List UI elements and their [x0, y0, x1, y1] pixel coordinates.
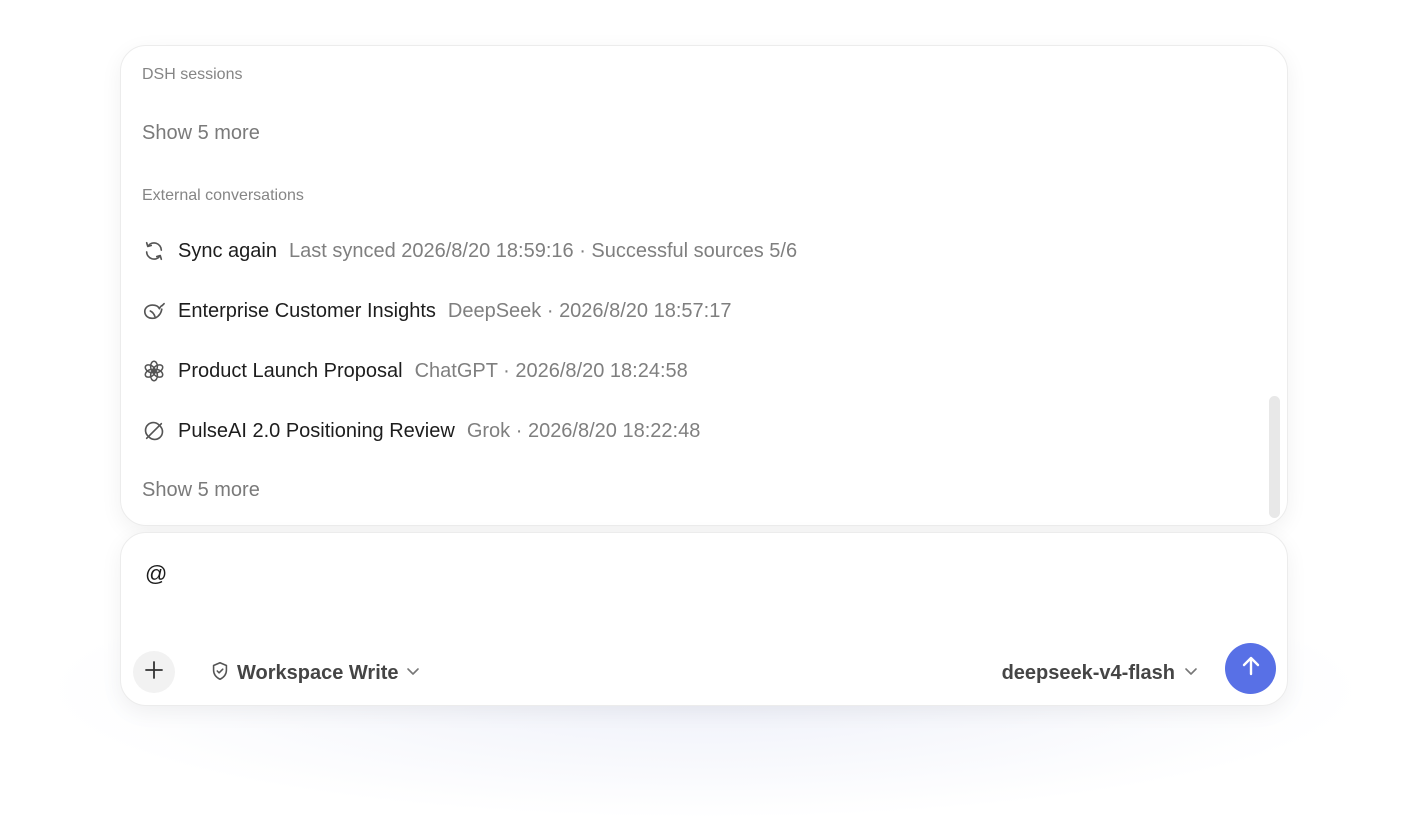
workspace-mode-selector[interactable]: Workspace Write — [209, 658, 421, 688]
conversation-row[interactable]: Product Launch Proposal ChatGPT · 2026/8… — [142, 356, 688, 386]
dsh-sessions-label: DSH sessions — [142, 66, 243, 83]
deepseek-whale-icon — [142, 299, 166, 323]
conversation-title: Enterprise Customer Insights — [178, 299, 436, 322]
conversation-meta: Grok · 2026/8/20 18:22:48 — [466, 419, 701, 442]
scrollbar-thumb[interactable] — [1269, 396, 1280, 518]
conversation-meta: DeepSeek · 2026/8/20 18:57:17 — [447, 299, 732, 322]
chatgpt-icon — [142, 359, 166, 383]
dsh-show-more-button[interactable]: Show 5 more — [142, 122, 260, 145]
external-conversations-label: External conversations — [142, 187, 304, 204]
model-label: deepseek-v4-flash — [1001, 661, 1175, 684]
refresh-icon — [142, 239, 166, 263]
chevron-down-icon — [1183, 663, 1199, 684]
add-attachment-button[interactable] — [133, 651, 175, 693]
message-input[interactable]: @ — [145, 561, 167, 587]
chevron-down-icon — [405, 663, 421, 684]
workspace-mode-label: Workspace Write — [237, 661, 399, 684]
external-show-more-button[interactable]: Show 5 more — [142, 479, 260, 502]
arrow-up-icon — [1239, 654, 1263, 683]
conversation-row[interactable]: Enterprise Customer Insights DeepSeek · … — [142, 296, 731, 326]
conversation-meta: ChatGPT · 2026/8/20 18:24:58 — [414, 359, 688, 382]
model-selector[interactable]: deepseek-v4-flash — [1002, 658, 1199, 688]
message-composer: @ Workspace Write deepseek-v4-flash — [120, 532, 1288, 706]
mention-picker-popover: DSH sessions Show 5 more External conver… — [120, 45, 1288, 526]
conversation-row[interactable]: PulseAI 2.0 Positioning Review Grok · 20… — [142, 416, 700, 446]
plus-icon — [144, 660, 164, 685]
conversation-title: PulseAI 2.0 Positioning Review — [178, 419, 455, 442]
send-button[interactable] — [1225, 643, 1276, 694]
scrollbar[interactable] — [1269, 396, 1280, 518]
shield-edit-icon — [209, 660, 231, 687]
sync-again-row[interactable]: Sync again Last synced 2026/8/20 18:59:1… — [142, 236, 797, 266]
sync-again-label: Sync again — [178, 239, 277, 262]
conversation-title: Product Launch Proposal — [178, 359, 403, 382]
grok-icon — [142, 419, 166, 443]
sync-status-text: Last synced 2026/8/20 18:59:16 · Success… — [288, 239, 798, 262]
